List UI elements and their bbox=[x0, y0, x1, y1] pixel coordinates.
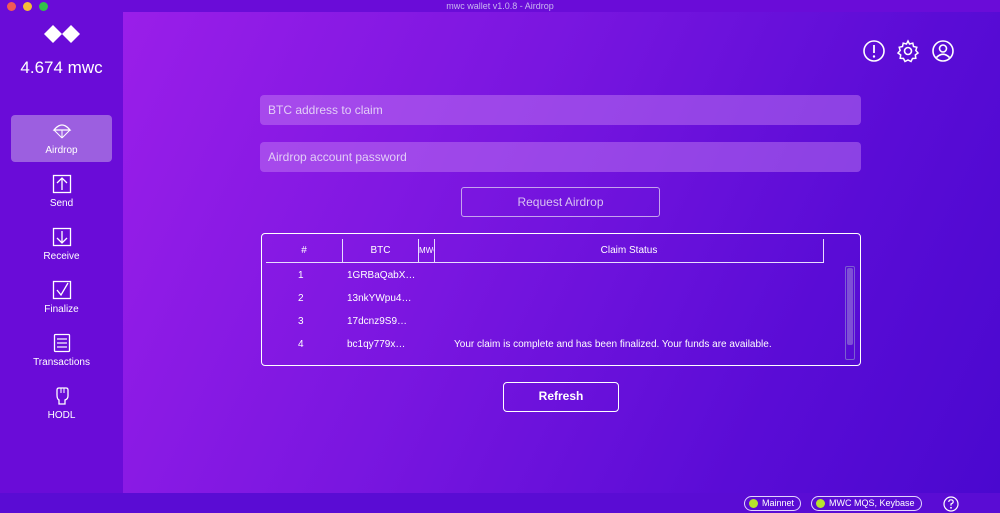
sidebar-item-hodl[interactable]: HODL bbox=[11, 380, 112, 427]
title-bar: mwc wallet v1.0.8 - Airdrop bbox=[0, 0, 1000, 12]
column-header-claim-status[interactable]: Claim Status bbox=[435, 239, 823, 262]
claim-status-cell: Your claim is complete and has been fina… bbox=[454, 339, 772, 350]
refresh-button[interactable]: Refresh bbox=[503, 382, 619, 412]
sidebar-item-send[interactable]: Send bbox=[11, 168, 112, 215]
table-row[interactable]: 4 bc1qy779x… Your claim is complete and … bbox=[266, 335, 826, 355]
sidebar-item-label: Transactions bbox=[33, 357, 90, 368]
arrow-up-icon bbox=[52, 174, 72, 194]
gear-icon[interactable] bbox=[896, 39, 920, 63]
wallet-balance: 4.674 mwc bbox=[20, 58, 103, 77]
question-icon[interactable] bbox=[943, 496, 959, 512]
btc-address-cell: 1GRBaQabX… bbox=[347, 270, 416, 281]
claims-table: # BTC MWC Claim Status 1 1GRBaQabX… 2 13… bbox=[261, 233, 861, 366]
sidebar-item-label: Airdrop bbox=[45, 145, 78, 156]
sidebar-item-transactions[interactable]: Transactions bbox=[11, 327, 112, 374]
fist-icon bbox=[56, 387, 69, 405]
parachute-icon bbox=[52, 124, 72, 139]
row-number: 1 bbox=[298, 270, 304, 281]
sidebar-item-receive[interactable]: Receive bbox=[11, 221, 112, 268]
network-label: Mainnet bbox=[762, 498, 795, 508]
arrow-down-icon bbox=[52, 227, 72, 247]
btc-address-cell: 17dcnz9S9… bbox=[347, 316, 408, 327]
btc-address-input[interactable]: BTC address to claim bbox=[260, 95, 861, 125]
column-header-number[interactable]: # bbox=[266, 239, 342, 262]
sidebar: 4.674 mwc Airdrop Send Receive Finalize … bbox=[0, 12, 123, 513]
mwc-logo-icon bbox=[44, 25, 80, 43]
services-label: MWC MQS, Keybase bbox=[829, 498, 915, 508]
column-header-mwc[interactable]: MWC bbox=[419, 239, 434, 262]
table-row[interactable]: 1 1GRBaQabX… bbox=[266, 266, 826, 286]
row-number: 4 bbox=[298, 339, 304, 350]
list-icon bbox=[53, 333, 71, 353]
services-status-badge[interactable]: MWC MQS, Keybase bbox=[811, 496, 922, 511]
row-number: 2 bbox=[298, 293, 304, 304]
column-header-btc[interactable]: BTC bbox=[343, 239, 418, 262]
sidebar-item-finalize[interactable]: Finalize bbox=[11, 274, 112, 321]
status-bar: Mainnet MWC MQS, Keybase bbox=[0, 493, 1000, 513]
network-status-badge[interactable]: Mainnet bbox=[744, 496, 802, 511]
window-title: mwc wallet v1.0.8 - Airdrop bbox=[446, 1, 554, 11]
btc-address-cell: 13nkYWpu4… bbox=[347, 293, 412, 304]
alert-icon[interactable] bbox=[862, 39, 886, 63]
scrollbar-thumb[interactable] bbox=[847, 268, 853, 345]
btc-address-cell: bc1qy779x… bbox=[347, 339, 406, 350]
row-number: 3 bbox=[298, 316, 304, 327]
table-header: # BTC MWC Claim Status bbox=[266, 239, 824, 263]
table-row[interactable]: 2 13nkYWpu4… bbox=[266, 289, 826, 309]
table-row[interactable]: 3 17dcnz9S9… bbox=[266, 312, 826, 332]
airdrop-password-field[interactable]: Airdrop account password bbox=[260, 142, 861, 172]
user-icon[interactable] bbox=[931, 39, 955, 63]
sidebar-item-airdrop[interactable]: Airdrop bbox=[11, 115, 112, 162]
sidebar-item-label: HODL bbox=[47, 410, 76, 421]
checkmark-icon bbox=[52, 280, 72, 300]
table-scrollbar[interactable] bbox=[845, 266, 855, 360]
sidebar-item-label: Receive bbox=[43, 251, 80, 262]
main-panel: BTC address to claim Airdrop account pas… bbox=[123, 12, 1000, 493]
status-dot-icon bbox=[816, 499, 825, 508]
sidebar-item-label: Finalize bbox=[44, 304, 79, 315]
request-airdrop-button[interactable]: Request Airdrop bbox=[461, 187, 660, 217]
sidebar-item-label: Send bbox=[49, 198, 74, 209]
status-dot-icon bbox=[749, 499, 758, 508]
